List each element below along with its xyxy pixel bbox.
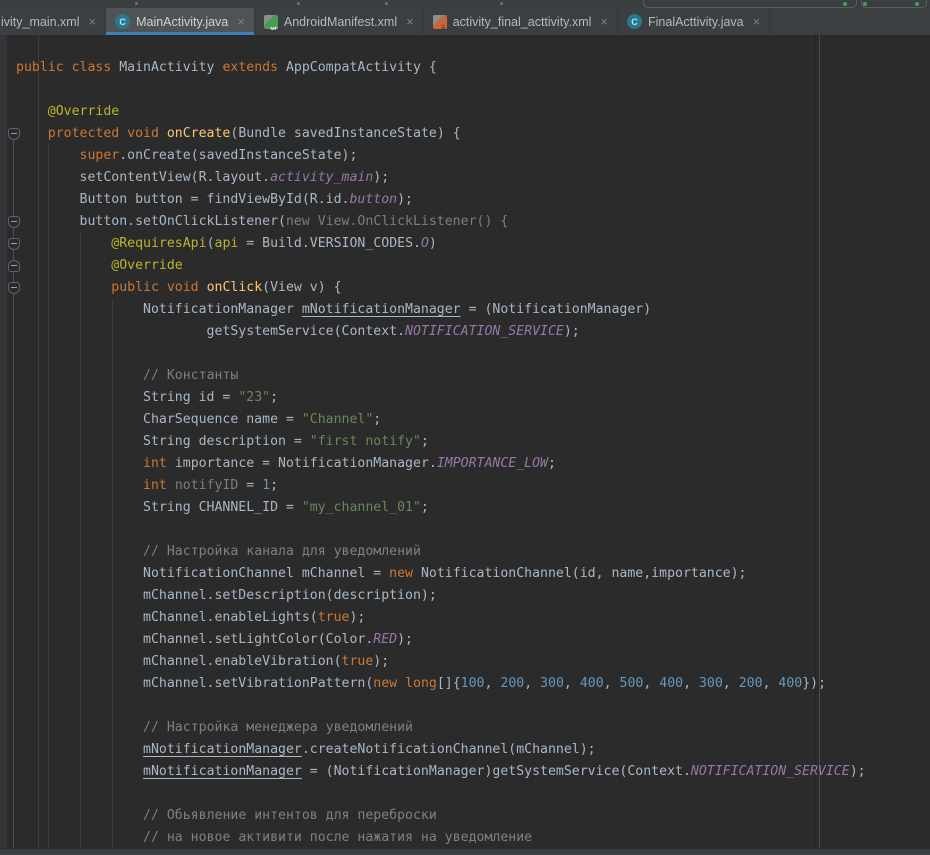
tab-label: FinalActtivity.java — [648, 15, 744, 29]
class-file-icon: C — [115, 14, 130, 29]
code-line: // на новое активити после нажатия на ув… — [16, 827, 866, 848]
code-line — [16, 35, 866, 57]
fold-region-line — [13, 128, 14, 848]
tab-bar: ivity_main.xml×CMainActivity.java×Androi… — [0, 8, 930, 35]
close-icon[interactable]: × — [753, 15, 761, 28]
code-line: mChannel.setVibrationPattern(new long[]{… — [16, 673, 866, 695]
code-line: Button button = findViewById(R.id.button… — [16, 189, 866, 211]
fold-marker-icon[interactable] — [8, 128, 20, 140]
toolbar-dot — [297, 2, 300, 5]
code-line: @Override — [16, 255, 866, 277]
code-line: mNotificationManager = (NotificationMana… — [16, 761, 866, 783]
code-line: NotificationManager mNotificationManager… — [16, 299, 866, 321]
class-file-icon: C — [627, 14, 642, 29]
code-line — [16, 519, 866, 541]
code-line: mChannel.enableVibration(true); — [16, 651, 866, 673]
code-line: mChannel.setLightColor(Color.RED); — [16, 629, 866, 651]
code-line: String CHANNEL_ID = "my_channel_01"; — [16, 497, 866, 519]
close-icon[interactable]: × — [89, 15, 97, 28]
code-line: // Настройка менеджера уведомлений — [16, 717, 866, 739]
code-line: String description = "first notify"; — [16, 431, 866, 453]
editor-tab-finalacttivity-java[interactable]: C FinalActtivity.java × — [618, 8, 770, 35]
tool-window-stripe — [0, 35, 8, 848]
bottom-tool-window-bar: TODO!Problems>_TerminalLogcatBuildProfil… — [0, 848, 930, 855]
code-line: button.setOnClickListener(new View.OnCli… — [16, 211, 866, 233]
code-line: protected void onCreate(Bundle savedInst… — [16, 123, 866, 145]
code-area[interactable]: public class MainActivity extends AppCom… — [16, 35, 866, 848]
code-line: NotificationChannel mChannel = new Notif… — [16, 563, 866, 585]
fold-marker-icon[interactable] — [8, 260, 20, 272]
code-line: public void onClick(View v) { — [16, 277, 866, 299]
code-line: public class MainActivity extends AppCom… — [16, 57, 866, 79]
close-icon[interactable]: × — [237, 15, 245, 28]
code-line: mChannel.setDescription(description); — [16, 585, 866, 607]
code-line — [16, 695, 866, 717]
ide-window: { "colors": { "editor_bg": "#2b2b2b", "b… — [0, 0, 930, 855]
code-line — [16, 79, 866, 101]
code-line: mNotificationManager.createNotificationC… — [16, 739, 866, 761]
code-line: int notifyID = 1; — [16, 475, 866, 497]
editor-tab-androidmanifest-xml[interactable]: AndroidManifest.xml × — [255, 8, 424, 35]
toolbar-dot — [385, 2, 388, 5]
editor-tab-activity-final-acttivity-xml[interactable]: activity_final_acttivity.xml × — [424, 8, 618, 35]
toolbar-strip — [0, 0, 930, 8]
code-line: // Обьявление интентов для переброски — [16, 805, 866, 827]
fold-marker-icon[interactable] — [8, 238, 20, 250]
editor-tab-ivity-main-xml[interactable]: ivity_main.xml × — [0, 8, 106, 35]
toolbar-dot — [500, 2, 503, 5]
code-editor[interactable]: public class MainActivity extends AppCom… — [0, 35, 930, 848]
close-icon[interactable]: × — [406, 15, 414, 28]
layout-file-icon — [433, 15, 447, 29]
toolbar-dot — [135, 2, 138, 5]
code-line: mChannel.enableLights(true); — [16, 607, 866, 629]
code-line: // Настройка канала для уведомлений — [16, 541, 866, 563]
debug-icon[interactable] — [863, 2, 867, 6]
tab-label: MainActivity.java — [136, 15, 228, 29]
tab-label: activity_final_acttivity.xml — [453, 15, 592, 29]
code-line: super.onCreate(savedInstanceState); — [16, 145, 866, 167]
code-line: int importance = NotificationManager.IMP… — [16, 453, 866, 475]
run-icon[interactable] — [843, 2, 847, 6]
code-line — [16, 783, 866, 805]
editor-tab-mainactivity-java[interactable]: C MainActivity.java × — [106, 8, 255, 35]
code-line — [16, 343, 866, 365]
code-line: getSystemService(Context.NOTIFICATION_SE… — [16, 321, 866, 343]
tab-label: ivity_main.xml — [1, 15, 80, 29]
code-line: String id = "23"; — [16, 387, 866, 409]
device-status-icon — [915, 2, 919, 6]
code-line: CharSequence name = "Channel"; — [16, 409, 866, 431]
close-icon[interactable]: × — [600, 15, 608, 28]
run-config-widget[interactable] — [643, 0, 857, 8]
manifest-file-icon — [264, 15, 278, 29]
code-line: setContentView(R.layout.activity_main); — [16, 167, 866, 189]
fold-marker-icon[interactable] — [8, 216, 20, 228]
code-line: // Константы — [16, 365, 866, 387]
code-line: @Override — [16, 101, 866, 123]
fold-marker-icon[interactable] — [8, 282, 20, 294]
tab-label: AndroidManifest.xml — [284, 15, 397, 29]
code-line: @RequiresApi(api = Build.VERSION_CODES.O… — [16, 233, 866, 255]
